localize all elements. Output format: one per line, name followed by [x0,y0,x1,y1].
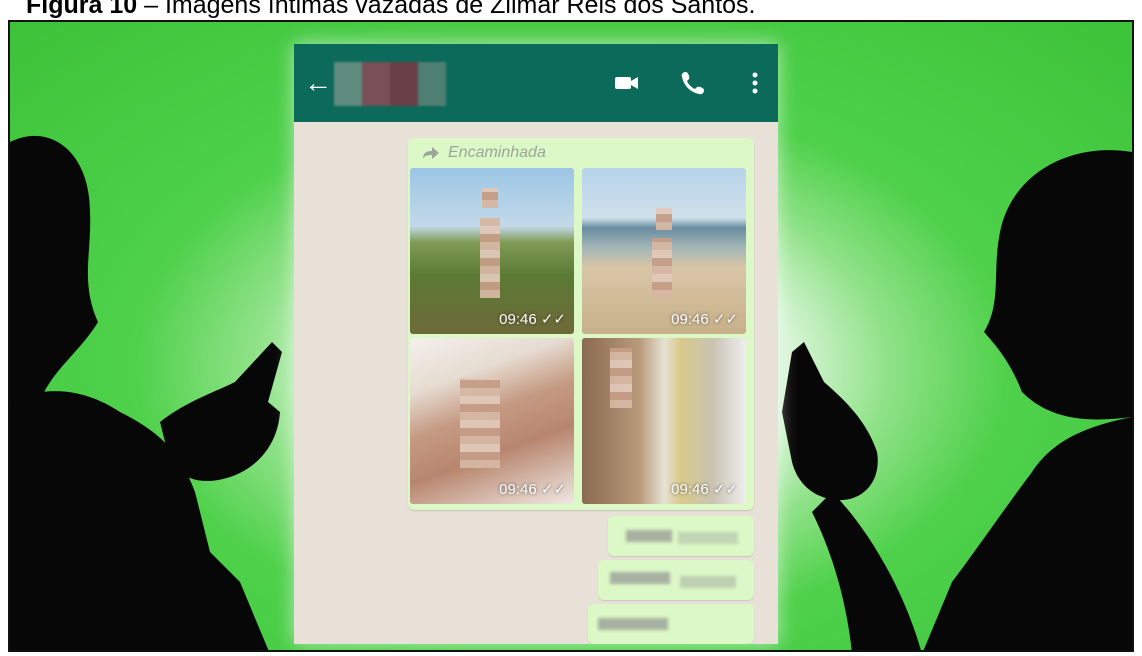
media-photo[interactable]: 09:46 ✓✓ [582,338,746,504]
censored-area [480,218,500,298]
censored-area [482,188,498,208]
double-check-icon: ✓✓ [712,481,738,498]
message-time: 09:46 ✓✓ [671,311,738,328]
left-person-silhouette [10,135,282,650]
chat-header: ← [294,44,778,122]
double-check-icon: ✓✓ [540,481,566,498]
figure-label: Figura 10 [26,0,138,18]
more-options-icon[interactable] [740,68,770,98]
message-time: 09:46 ✓✓ [499,481,566,498]
whatsapp-chat-screenshot: ← Encaminhada 09:46 ✓✓ 09:46 ✓✓ 09:46 ✓✓… [294,44,778,644]
message-time: 09:46 ✓✓ [671,481,738,498]
censored-area [610,348,632,408]
video-call-icon[interactable] [612,68,642,98]
figure-caption: Figura 10 – Imagens íntimas vazadas de Z… [26,0,1126,18]
double-check-icon: ✓✓ [540,311,566,328]
forwarded-media-message: Encaminhada 09:46 ✓✓ 09:46 ✓✓ 09:46 ✓✓ 0… [408,138,754,510]
censored-area [460,378,500,468]
phone-call-icon[interactable] [678,68,708,98]
contact-name-blurred [334,62,446,106]
forwarded-label: Encaminhada [422,144,546,162]
censored-area [652,238,672,298]
blurred-message [608,516,754,556]
double-check-icon: ✓✓ [712,311,738,328]
forward-icon [423,147,439,159]
blurred-message [598,560,754,600]
media-photo[interactable]: 09:46 ✓✓ [582,168,746,334]
censored-area [656,208,672,230]
right-person-silhouette [782,150,1132,650]
photo: ← Encaminhada 09:46 ✓✓ 09:46 ✓✓ 09:46 ✓✓… [8,20,1134,652]
figure-caption-text: – Imagens íntimas vazadas de Zilmar Reis… [137,0,756,18]
forwarded-text: Encaminhada [448,144,546,161]
message-time: 09:46 ✓✓ [499,311,566,328]
media-photo[interactable]: 09:46 ✓✓ [410,338,574,504]
blurred-message [588,604,754,644]
back-arrow-icon[interactable]: ← [304,68,332,98]
media-photo[interactable]: 09:46 ✓✓ [410,168,574,334]
